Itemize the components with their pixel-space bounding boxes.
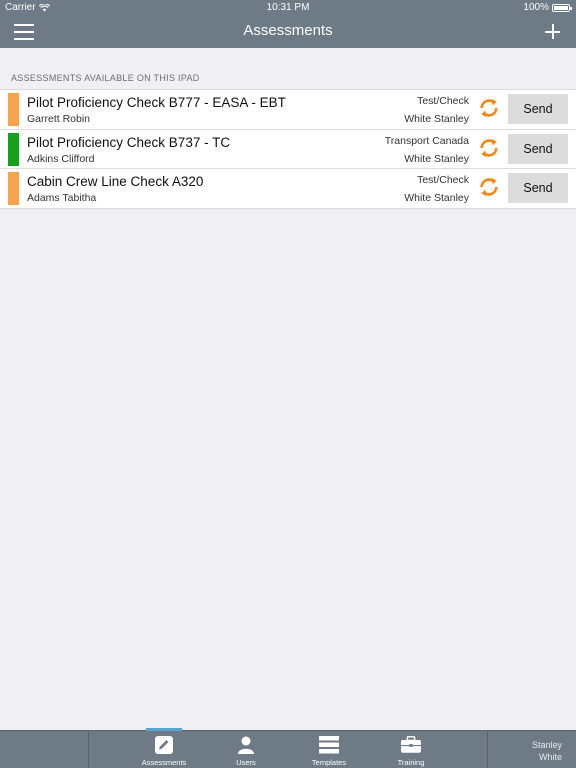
tab-divider	[88, 731, 89, 768]
active-tab-indicator	[146, 728, 182, 731]
send-button[interactable]: Send	[508, 173, 568, 203]
status-color-bar	[8, 132, 19, 166]
assessment-title: Pilot Proficiency Check B777 - EASA - EB…	[27, 95, 286, 110]
assessment-row[interactable]: Pilot Proficiency Check B737 - TC Adkins …	[0, 129, 576, 169]
tab-label: Training	[397, 758, 425, 767]
briefcase-icon	[401, 736, 421, 753]
sync-icon[interactable]	[478, 97, 500, 119]
status-bar: Carrier 10:31 PM 100%	[0, 0, 576, 16]
tab-label: Assessments	[141, 758, 187, 767]
page-title: Assessments	[243, 22, 333, 39]
assessment-row[interactable]: Cabin Crew Line Check A320 Adams Tabitha T…	[0, 169, 576, 209]
clock: 10:31 PM	[266, 2, 310, 13]
tab-training[interactable]: Training	[383, 731, 439, 768]
assessor-name: White Stanley	[404, 152, 469, 165]
tab-templates[interactable]: Templates	[301, 731, 357, 768]
navigation-bar: Assessments	[0, 16, 576, 48]
tab-users[interactable]: Users	[218, 731, 274, 768]
tab-label: Users	[236, 758, 256, 767]
assessment-list: Pilot Proficiency Check B777 - EASA - EB…	[0, 89, 576, 209]
tab-divider	[487, 731, 488, 768]
assessor-name: White Stanley	[404, 192, 469, 204]
section-header: ASSESSMENTS AVAILABLE ON THIS IPAD	[11, 73, 200, 83]
user-first-name: Stanley	[531, 740, 562, 750]
trainee-name: Adams Tabitha	[27, 192, 97, 204]
battery-percent: 100%	[523, 2, 549, 13]
send-button[interactable]: Send	[508, 94, 568, 124]
assessment-type: Transport Canada	[384, 134, 469, 147]
send-button[interactable]: Send	[508, 133, 568, 164]
pencil-icon	[155, 736, 173, 754]
status-color-bar	[8, 93, 19, 126]
battery-indicator: 100%	[523, 2, 572, 13]
tab-bar: Assessments Users Templates Training Sta…	[0, 728, 576, 768]
sync-icon[interactable]	[478, 137, 500, 159]
add-assessment-button[interactable]	[544, 20, 562, 42]
assessment-type: Test/Check	[417, 95, 469, 107]
trainee-name: Adkins Clifford	[27, 152, 95, 165]
battery-icon	[552, 3, 572, 12]
sync-icon[interactable]	[478, 176, 500, 198]
user-last-name: White	[538, 752, 562, 762]
trainee-name: Garrett Robin	[27, 113, 91, 125]
assessment-title: Pilot Proficiency Check B737 - TC	[27, 134, 231, 150]
assessment-type: Test/Check	[417, 174, 469, 186]
assessment-title: Cabin Crew Line Check A320	[27, 174, 204, 189]
current-user[interactable]: Stanley White	[532, 739, 562, 763]
user-icon	[238, 736, 254, 754]
status-color-bar	[8, 172, 19, 205]
tab-assessments[interactable]: Assessments	[136, 728, 192, 768]
tab-label: Templates	[311, 758, 347, 767]
templates-icon	[319, 736, 339, 754]
assessment-row[interactable]: Pilot Proficiency Check B777 - EASA - EB…	[0, 90, 576, 130]
assessor-name: White Stanley	[404, 113, 469, 125]
